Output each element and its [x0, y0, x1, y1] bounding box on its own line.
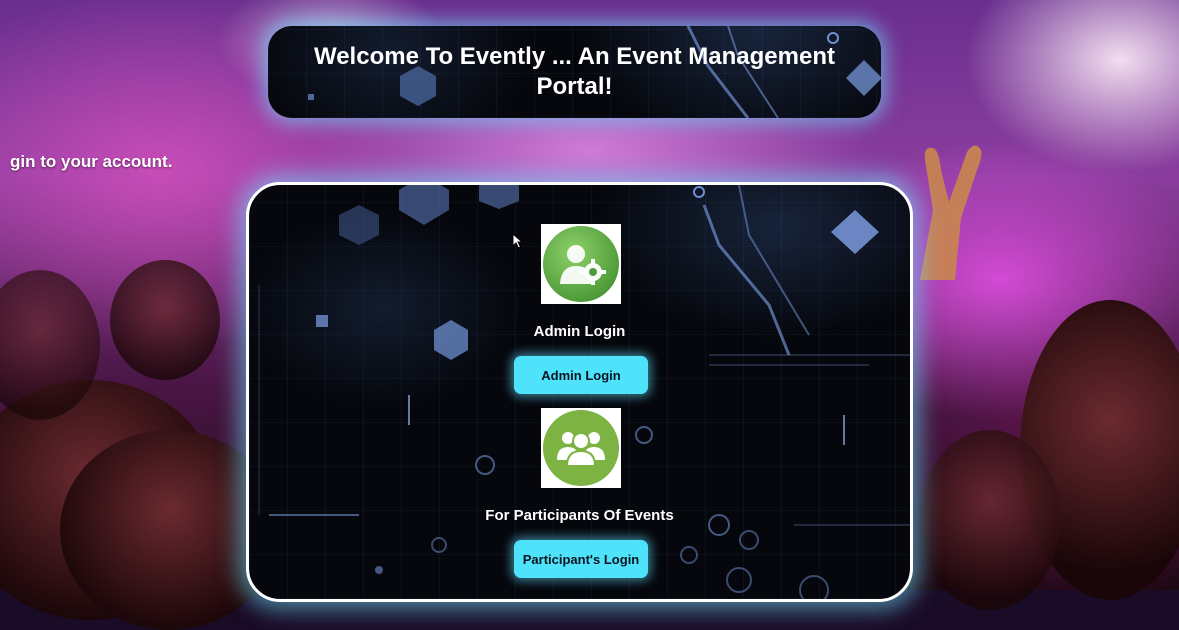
admin-settings-icon — [543, 226, 619, 302]
raised-hand-icon — [920, 145, 982, 280]
login-prompt-text: gin to your account. — [10, 152, 173, 171]
admin-login-button[interactable]: Admin Login — [514, 356, 648, 394]
participant-icon-frame — [541, 408, 621, 488]
group-users-icon — [543, 410, 619, 486]
admin-icon-frame — [541, 224, 621, 304]
participant-login-heading: For Participants Of Events — [485, 507, 674, 524]
header-banner: Welcome To Evently ... An Event Manageme… — [268, 26, 881, 118]
mouse-cursor-icon — [512, 233, 524, 249]
login-panel: Admin Login Admin Login For Participants… — [246, 182, 913, 602]
login-options: Admin Login Admin Login For Participants… — [249, 185, 910, 599]
admin-login-heading: Admin Login — [533, 323, 626, 340]
page-title: Welcome To Evently ... An Event Manageme… — [313, 43, 835, 100]
participant-login-button[interactable]: Participant's Login — [514, 540, 648, 578]
